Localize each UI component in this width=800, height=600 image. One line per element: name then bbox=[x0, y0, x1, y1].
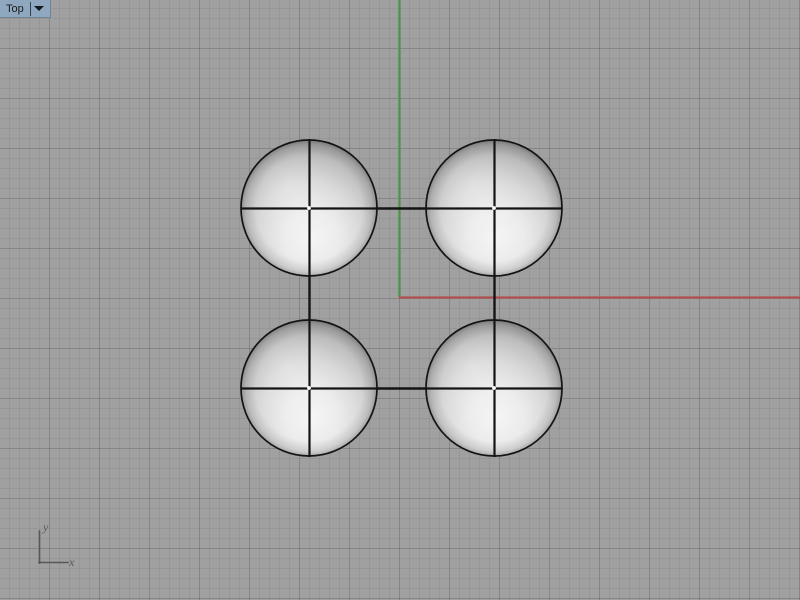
sphere-top-left[interactable] bbox=[240, 139, 378, 277]
chevron-down-icon[interactable] bbox=[33, 6, 44, 11]
axis-indicator-x-label: x bbox=[68, 555, 75, 569]
viewport-title-tab[interactable]: Top bbox=[0, 0, 51, 18]
sphere-center-point bbox=[492, 206, 496, 210]
viewport-tab-separator bbox=[29, 1, 31, 16]
axis-orientation-indicator: y x bbox=[28, 518, 84, 574]
sphere-bottom-right[interactable] bbox=[425, 319, 563, 457]
sphere-top-right[interactable] bbox=[425, 139, 563, 277]
sphere-center-point bbox=[307, 206, 311, 210]
axis-indicator-y-label: y bbox=[42, 520, 49, 534]
sphere-center-point bbox=[492, 386, 496, 390]
sphere-center-point bbox=[307, 386, 311, 390]
cad-viewport[interactable]: Top y x bbox=[0, 0, 800, 600]
scene-canvas[interactable] bbox=[0, 0, 800, 600]
sphere-bottom-left[interactable] bbox=[240, 319, 378, 457]
viewport-title-label: Top bbox=[6, 2, 24, 15]
